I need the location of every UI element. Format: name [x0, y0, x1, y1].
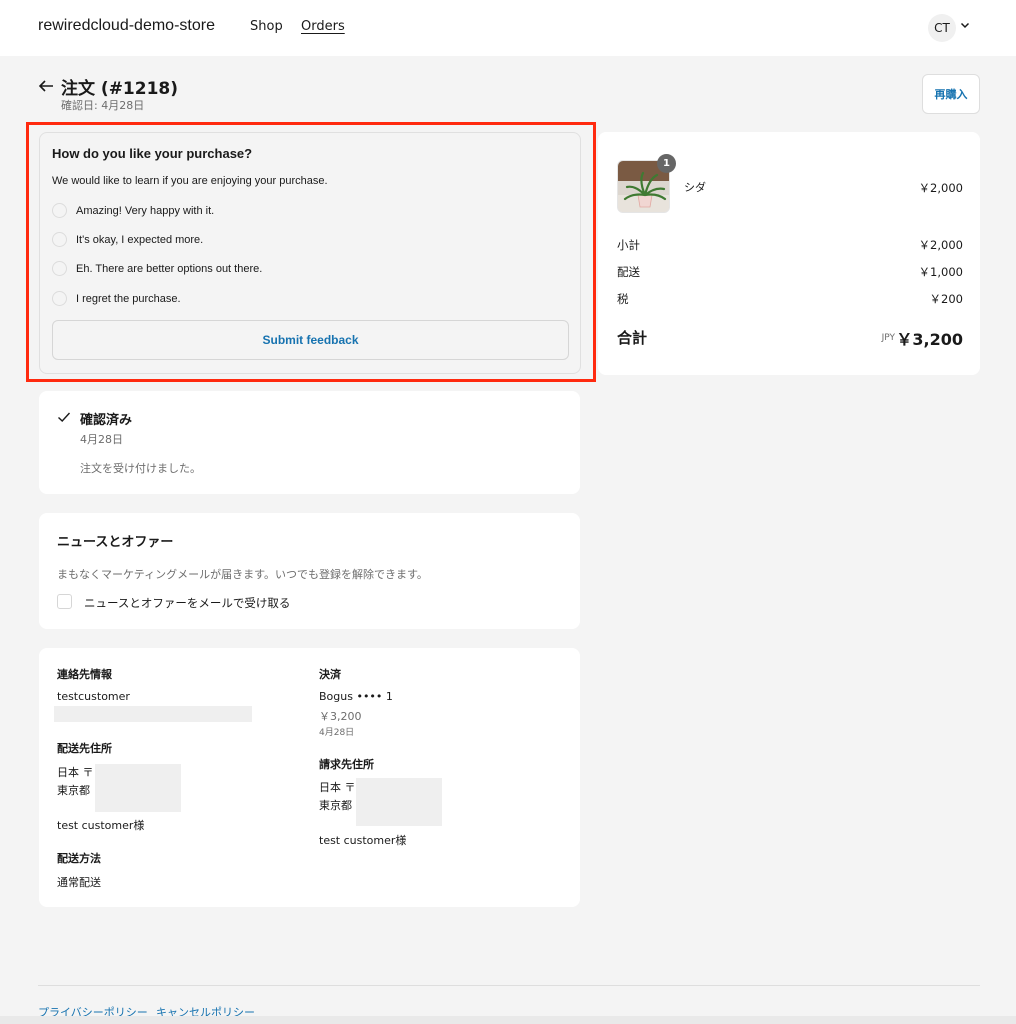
redacted-block: [95, 764, 181, 812]
survey-option[interactable]: Amazing! Very happy with it.: [52, 203, 214, 218]
order-info-card: 連絡先情報 testcustomer 配送先住所 日本 〒 東京都 test c…: [39, 648, 580, 907]
news-opt-in-checkbox[interactable]: [57, 594, 72, 609]
status-card: 確認済み 4月28日 注文を受け付けました。: [39, 391, 580, 494]
nav-orders-link[interactable]: Orders: [301, 19, 345, 34]
page-title: 注文 (#1218): [61, 79, 179, 99]
payment-date: 4月28日: [319, 728, 355, 738]
shipping-label: 配送: [617, 265, 640, 279]
total-label: 合計: [617, 329, 648, 347]
payment-amount: ￥3,200: [319, 710, 362, 723]
survey-option-label: I regret the purchase.: [76, 292, 181, 305]
radio-button[interactable]: [52, 291, 67, 306]
survey-card: How do you like your purchase? We would …: [39, 132, 581, 374]
confirmed-date: 確認日: 4月28日: [61, 99, 145, 112]
nav-shop-link[interactable]: Shop: [250, 19, 283, 34]
survey-option[interactable]: I regret the purchase.: [52, 291, 181, 306]
survey-option-label: It's okay, I expected more.: [76, 233, 204, 246]
radio-button[interactable]: [52, 261, 67, 276]
quantity-badge: 1: [657, 154, 676, 173]
avatar[interactable]: CT: [928, 14, 956, 42]
shipping-address-line1: 日本 〒: [57, 766, 94, 779]
contact-heading: 連絡先情報: [57, 668, 112, 681]
footer-divider: [38, 985, 980, 986]
news-card: ニュースとオファー まもなくマーケティングメールが届きます。いつでも登録を解除で…: [39, 513, 580, 629]
subtotal-label: 小計: [617, 238, 640, 252]
survey-option-label: Amazing! Very happy with it.: [76, 204, 215, 217]
survey-title: How do you like your purchase?: [52, 146, 253, 161]
survey-option-label: Eh. There are better options out there.: [76, 262, 263, 275]
shipping-value: ￥1,000: [918, 265, 963, 279]
shipping-recipient: test customer様: [57, 819, 145, 832]
contact-name: testcustomer: [57, 690, 130, 703]
item-price: ￥2,000: [918, 181, 963, 195]
shipping-method-heading: 配送方法: [57, 852, 101, 865]
tax-value: ￥200: [929, 292, 963, 306]
rebuy-button[interactable]: 再購入: [922, 74, 980, 114]
billing-address-line2: 東京都: [319, 799, 352, 812]
subtotal-value: ￥2,000: [918, 238, 963, 252]
order-summary-card: 1 シダ ￥2,000 小計 ￥2,000 配送 ￥1,000 税 ￥200 合…: [598, 132, 980, 375]
survey-option[interactable]: It's okay, I expected more.: [52, 232, 203, 247]
status-message: 注文を受け付けました。: [80, 462, 201, 475]
radio-button[interactable]: [52, 203, 67, 218]
radio-button[interactable]: [52, 232, 67, 247]
check-icon: [58, 412, 71, 422]
survey-description: We would like to learn if you are enjoyi…: [52, 175, 328, 187]
billing-address-line1: 日本 〒: [319, 781, 356, 794]
item-name: シダ: [684, 181, 706, 194]
redacted-block: [54, 706, 252, 722]
billing-recipient: test customer様: [319, 834, 407, 847]
status-title: 確認済み: [80, 413, 133, 428]
top-bar: rewiredcloud-demo-store Shop Orders CT: [0, 0, 1016, 56]
shipping-address-heading: 配送先住所: [57, 742, 112, 755]
news-description: まもなくマーケティングメールが届きます。いつでも登録を解除できます。: [57, 568, 428, 581]
page-bottom-edge: [0, 1016, 1016, 1024]
shipping-address-line2: 東京都: [57, 784, 90, 797]
news-title: ニュースとオファー: [57, 535, 174, 550]
payment-heading: 決済: [319, 668, 341, 681]
tax-label: 税: [617, 292, 629, 306]
news-opt-in-label[interactable]: ニュースとオファーをメールで受け取る: [84, 595, 290, 611]
submit-feedback-button[interactable]: Submit feedback: [52, 320, 569, 360]
status-date: 4月28日: [80, 433, 123, 446]
redacted-block: [356, 778, 442, 826]
shipping-method-value: 通常配送: [57, 876, 101, 889]
payment-method: Bogus •••• 1: [319, 690, 393, 703]
billing-address-heading: 請求先住所: [319, 758, 374, 771]
survey-option[interactable]: Eh. There are better options out there.: [52, 261, 262, 276]
currency-code: JPY: [881, 333, 895, 343]
total-value: ￥3,200: [896, 330, 963, 349]
store-name[interactable]: rewiredcloud-demo-store: [38, 17, 215, 35]
chevron-down-icon[interactable]: [958, 18, 972, 32]
back-arrow-icon[interactable]: [37, 77, 55, 95]
